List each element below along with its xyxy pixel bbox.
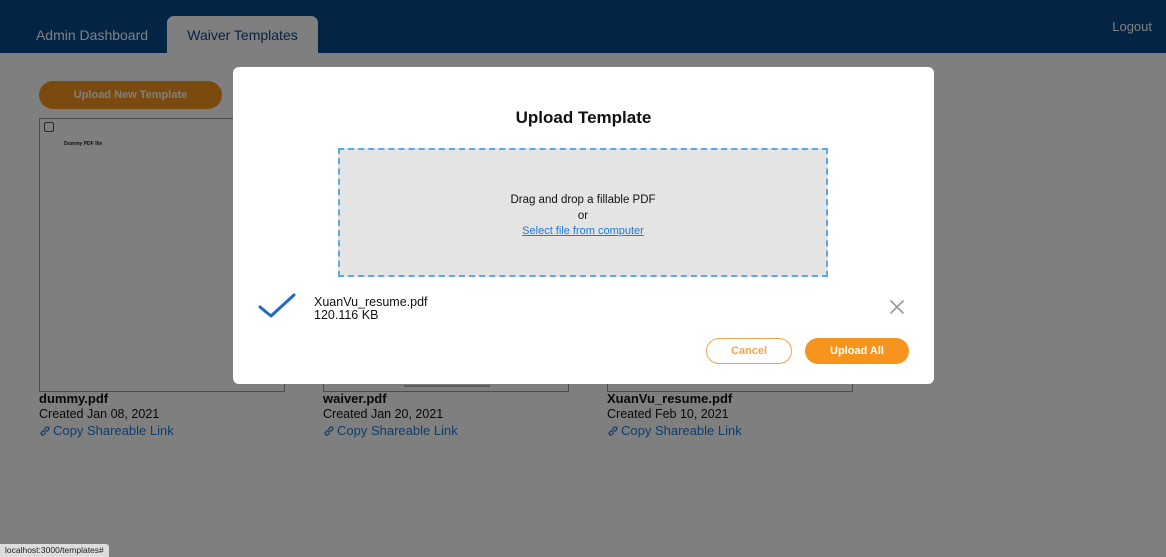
cancel-button[interactable]: Cancel [706, 338, 792, 364]
close-icon[interactable] [889, 299, 905, 320]
modal-title: Upload Template [515, 108, 652, 127]
dropzone-instructions: Drag and drop a fillable PDF [510, 194, 656, 206]
check-icon [257, 292, 297, 325]
browser-status-url: localhost:3000/templates# [0, 544, 109, 557]
file-dropzone[interactable]: Drag and drop a fillable PDF or Select f… [338, 148, 828, 277]
uploaded-file-size: 120.116 KB [314, 308, 379, 322]
select-file-link[interactable]: Select file from computer [340, 224, 826, 238]
dropzone-or: or [577, 210, 589, 222]
upload-all-button[interactable]: Upload All [805, 338, 909, 364]
upload-template-modal: Upload Template Drag and drop a fillable… [233, 67, 934, 384]
uploaded-file-name: XuanVu_resume.pdf [314, 295, 428, 309]
